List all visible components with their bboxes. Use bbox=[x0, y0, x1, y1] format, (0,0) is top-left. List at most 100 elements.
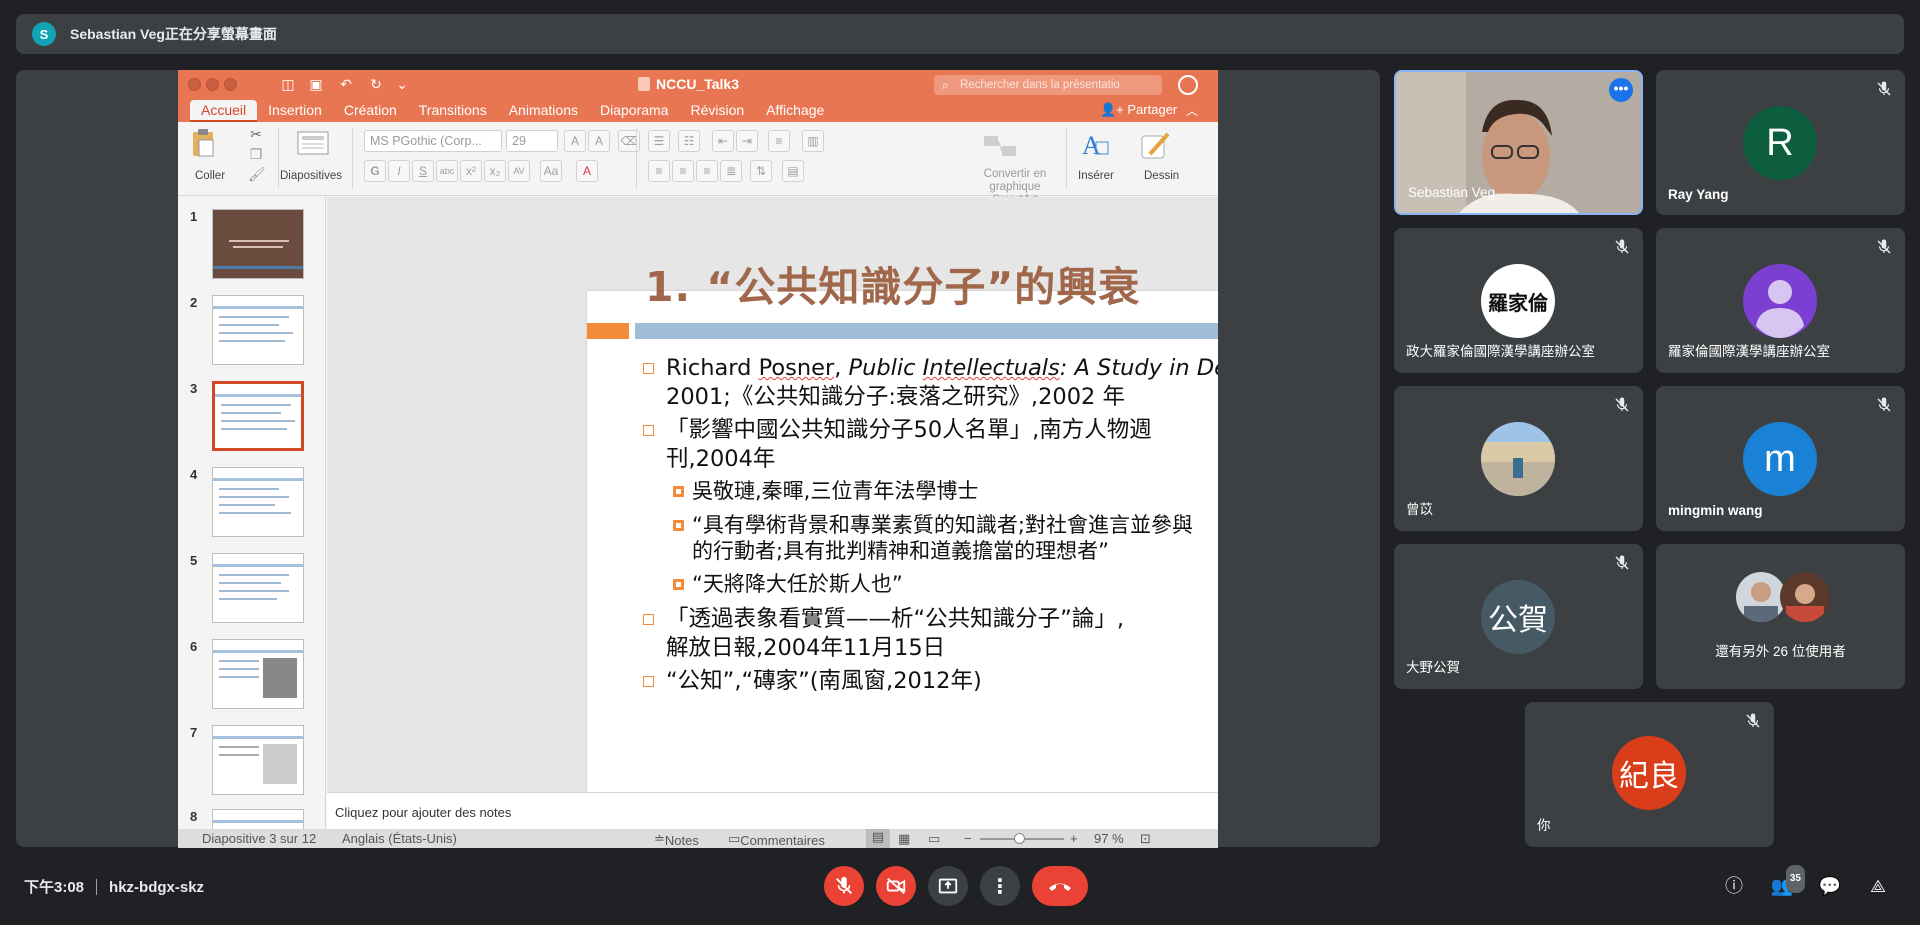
strikethrough-icon[interactable]: abc bbox=[436, 160, 458, 182]
slide-thumbnail-5[interactable] bbox=[212, 553, 304, 623]
paste-icon[interactable] bbox=[190, 128, 218, 158]
tab-accueil[interactable]: Accueil bbox=[190, 100, 258, 122]
mic-off-icon bbox=[1877, 81, 1891, 96]
columns-icon[interactable]: ▥ bbox=[802, 130, 824, 152]
align-right-icon[interactable]: ≡ bbox=[696, 160, 718, 182]
numbering-icon[interactable]: ☷ bbox=[678, 130, 700, 152]
participant-tile-mingmin[interactable]: m mingmin wang bbox=[1656, 386, 1905, 531]
tab-animations[interactable]: Animations bbox=[498, 100, 589, 122]
align-center-icon[interactable]: ≡ bbox=[672, 160, 694, 182]
notes-field[interactable]: Cliquez pour ajouter des notes bbox=[327, 792, 1218, 830]
cut-icon[interactable]: ✂ bbox=[248, 126, 264, 142]
slide-thumbnail-8[interactable] bbox=[212, 809, 304, 829]
zoom-slider-handle[interactable] bbox=[1014, 833, 1025, 844]
more-options-button[interactable]: ⋮ bbox=[980, 866, 1020, 906]
sidebar-toggle-icon[interactable]: ◫ bbox=[280, 76, 296, 92]
tab-diaporama[interactable]: Diaporama bbox=[589, 100, 679, 122]
search-input[interactable]: ⌕ Rechercher dans la présentatio bbox=[934, 75, 1162, 95]
tab-insertion[interactable]: Insertion bbox=[257, 100, 333, 122]
participant-tile-sebastian[interactable]: ••• Sebastian Veg bbox=[1394, 70, 1643, 215]
present-screen-button[interactable] bbox=[928, 866, 968, 906]
undo-icon[interactable]: ↶ bbox=[338, 76, 354, 92]
insert-label[interactable]: Insérer bbox=[1078, 170, 1114, 182]
participant-tile-office[interactable]: 羅家倫國際漢學講座辦公室 bbox=[1656, 228, 1905, 373]
slide-sorter-icon[interactable]: ▦ bbox=[898, 831, 910, 847]
tab-revision[interactable]: Révision bbox=[679, 100, 755, 122]
align-left-icon[interactable]: ≡ bbox=[648, 160, 670, 182]
participant-tile-ray-yang[interactable]: R Ray Yang bbox=[1656, 70, 1905, 215]
slide-thumbnail-1[interactable] bbox=[212, 209, 304, 279]
copy-icon[interactable]: ❐ bbox=[248, 146, 264, 162]
tab-creation[interactable]: Création bbox=[333, 100, 408, 122]
new-slide-label[interactable]: Diapositives bbox=[280, 170, 342, 182]
zoom-in-icon[interactable]: + bbox=[1070, 831, 1078, 846]
zoom-window-button[interactable] bbox=[224, 78, 237, 91]
subscript-icon[interactable]: x₂ bbox=[484, 160, 506, 182]
draw-label[interactable]: Dessin bbox=[1144, 170, 1179, 182]
collapse-ribbon-icon[interactable]: ︿ bbox=[1186, 102, 1198, 119]
increase-font-icon[interactable]: A bbox=[564, 130, 586, 152]
smartart-icon[interactable] bbox=[982, 132, 1022, 160]
participant-tile-ono[interactable]: 公賀 大野公賀 bbox=[1394, 544, 1643, 689]
activities-icon[interactable]: ⟁ bbox=[1865, 873, 1891, 899]
close-window-button[interactable] bbox=[188, 78, 201, 91]
font-name-select[interactable]: MS PGothic (Corp... bbox=[364, 130, 502, 152]
zoom-out-icon[interactable]: − bbox=[964, 831, 972, 846]
meeting-code[interactable]: hkz-bdgx-skz bbox=[109, 879, 204, 896]
fit-to-window-icon[interactable]: ⊡ bbox=[1140, 831, 1151, 847]
slide-thumbnail-6[interactable] bbox=[212, 639, 304, 709]
meeting-details-icon[interactable]: ⓘ bbox=[1721, 873, 1747, 899]
share-button[interactable]: 👤+ Partager bbox=[1100, 102, 1177, 118]
font-color-icon[interactable]: A bbox=[576, 160, 598, 182]
zoom-level[interactable]: 97 % bbox=[1094, 831, 1124, 846]
microphone-toggle-button[interactable] bbox=[824, 866, 864, 906]
underline-icon[interactable]: S bbox=[412, 160, 434, 182]
line-spacing-icon[interactable]: ≡ bbox=[768, 130, 790, 152]
align-text-icon[interactable]: ▤ bbox=[782, 160, 804, 182]
slide-thumbnail-3[interactable] bbox=[212, 381, 304, 451]
tab-affichage[interactable]: Affichage bbox=[755, 100, 835, 122]
decrease-font-icon[interactable]: A bbox=[588, 130, 610, 152]
camera-toggle-button[interactable] bbox=[876, 866, 916, 906]
notes-toggle[interactable]: ≐ Notes bbox=[654, 831, 699, 848]
slide-thumbnail-2[interactable] bbox=[212, 295, 304, 365]
self-tile[interactable]: 紀良 你 bbox=[1525, 702, 1774, 847]
slide-thumbnail-4[interactable] bbox=[212, 467, 304, 537]
insert-shapes-icon[interactable]: A bbox=[1078, 128, 1112, 162]
change-case-icon[interactable]: Aa bbox=[540, 160, 562, 182]
thumb-number: 6 bbox=[190, 639, 198, 654]
presenter-view-icon[interactable]: ▭ bbox=[928, 831, 940, 847]
normal-view-icon[interactable]: ▤ bbox=[866, 829, 890, 848]
slide-thumbnail-7[interactable] bbox=[212, 725, 304, 795]
customize-toolbar-icon[interactable]: ⌄ bbox=[394, 76, 410, 92]
more-options-icon[interactable]: ••• bbox=[1609, 78, 1633, 102]
bullets-icon[interactable]: ☰ bbox=[648, 130, 670, 152]
tab-transitions[interactable]: Transitions bbox=[408, 100, 498, 122]
draw-icon[interactable] bbox=[1140, 128, 1174, 162]
bold-icon[interactable]: G bbox=[364, 160, 386, 182]
decrease-indent-icon[interactable]: ⇤ bbox=[712, 130, 734, 152]
others-tile[interactable]: 還有另外 26 位使用者 bbox=[1656, 544, 1905, 689]
new-slide-icon[interactable] bbox=[296, 130, 332, 158]
feedback-smiley-icon[interactable] bbox=[1178, 75, 1198, 95]
increase-indent-icon[interactable]: ⇥ bbox=[736, 130, 758, 152]
italic-icon[interactable]: I bbox=[388, 160, 410, 182]
justify-icon[interactable]: ≣ bbox=[720, 160, 742, 182]
text-direction-icon[interactable]: ⇅ bbox=[750, 160, 772, 182]
minimize-window-button[interactable] bbox=[206, 78, 219, 91]
people-button[interactable]: 👥 35 bbox=[1769, 865, 1805, 899]
font-size-select[interactable]: 29 bbox=[506, 130, 558, 152]
paste-label[interactable]: Coller bbox=[195, 170, 225, 182]
participant-tile-zeng[interactable]: 曾苡 bbox=[1394, 386, 1643, 531]
participant-tile-nccu-office[interactable]: 羅家倫 政大羅家倫國際漢學講座辦公室 bbox=[1394, 228, 1643, 373]
char-spacing-icon[interactable]: AV bbox=[508, 160, 530, 182]
leave-call-button[interactable] bbox=[1032, 866, 1088, 906]
language-indicator[interactable]: Anglais (États-Unis) bbox=[342, 831, 457, 846]
save-icon[interactable]: ▣ bbox=[308, 76, 324, 92]
format-painter-icon[interactable]: 🖌 bbox=[248, 166, 266, 182]
chat-icon[interactable]: 💬 bbox=[1817, 873, 1843, 899]
bullet-marker bbox=[673, 486, 684, 497]
superscript-icon[interactable]: x² bbox=[460, 160, 482, 182]
comments-toggle[interactable]: ▭ Commentaires bbox=[728, 831, 825, 848]
redo-icon[interactable]: ↻ bbox=[368, 76, 384, 92]
